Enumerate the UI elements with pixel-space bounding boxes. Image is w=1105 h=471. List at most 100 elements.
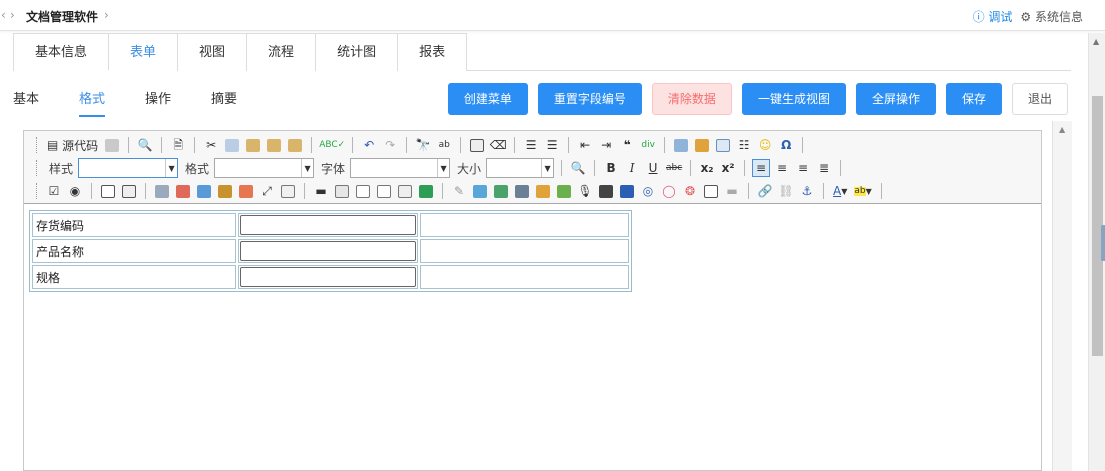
italic-icon[interactable]: I bbox=[623, 159, 641, 177]
bulleted-list-icon[interactable]: ☰ bbox=[543, 136, 561, 154]
font-select[interactable]: ▼ bbox=[350, 158, 451, 178]
horizontal-rule-icon[interactable]: ☷ bbox=[735, 136, 753, 154]
smiley-icon[interactable]: ☺ bbox=[756, 136, 774, 154]
align-left-icon[interactable]: ≡ bbox=[752, 159, 771, 177]
strikethrough-icon[interactable]: abc bbox=[665, 159, 683, 177]
remove-format-icon[interactable]: ⌫ bbox=[489, 136, 507, 154]
side-drawer-handle[interactable] bbox=[1101, 225, 1105, 261]
clear-data-button[interactable]: 清除数据 bbox=[651, 83, 732, 115]
department-icon[interactable] bbox=[216, 182, 234, 200]
inventory-code-input[interactable] bbox=[240, 215, 416, 235]
div-container-icon[interactable]: div bbox=[639, 136, 657, 154]
layers-icon[interactable] bbox=[471, 182, 489, 200]
size-select[interactable]: ▼ bbox=[486, 158, 555, 178]
paste-text-icon[interactable] bbox=[265, 136, 283, 154]
subtab-operation[interactable]: 操作 bbox=[145, 88, 171, 117]
outdent-icon[interactable]: ⇤ bbox=[576, 136, 594, 154]
text-color-icon[interactable]: A ▼ bbox=[831, 182, 849, 200]
exit-button[interactable]: 退出 bbox=[1011, 83, 1068, 115]
zoom-icon[interactable]: 🔍 bbox=[569, 159, 587, 177]
flash-icon[interactable] bbox=[693, 136, 711, 154]
textfield-icon[interactable] bbox=[99, 182, 117, 200]
query-field-icon[interactable] bbox=[396, 182, 414, 200]
chevron-left-icon[interactable]: ‹ bbox=[1, 8, 6, 22]
editor-content[interactable]: 存货编码 产品名称 规格 bbox=[29, 210, 632, 292]
expand-icon[interactable]: ⤢ bbox=[258, 182, 276, 200]
image-icon[interactable] bbox=[672, 136, 690, 154]
reset-field-number-button[interactable]: 重置字段编号 bbox=[537, 83, 642, 115]
generate-view-button[interactable]: 一键生成视图 bbox=[741, 83, 846, 115]
spellcheck-icon[interactable]: ABC✓ bbox=[319, 136, 345, 154]
web-icon[interactable]: ◎ bbox=[639, 182, 657, 200]
anchor-icon[interactable]: ⚓ bbox=[798, 182, 816, 200]
new-page-icon[interactable]: 🗎 bbox=[169, 136, 187, 154]
paste-word-icon[interactable] bbox=[286, 136, 304, 154]
map-icon[interactable] bbox=[555, 182, 573, 200]
excel-icon[interactable] bbox=[534, 182, 552, 200]
tab-view[interactable]: 视图 bbox=[177, 33, 248, 71]
debug-link[interactable]: ⓘ 调试 bbox=[973, 8, 1013, 25]
scroll-up-icon[interactable]: ▲ bbox=[1093, 37, 1099, 46]
microphone-icon[interactable]: 🎙 bbox=[576, 182, 594, 200]
source-code-button[interactable]: ▤ 源代码 bbox=[45, 136, 100, 154]
org-tree-icon[interactable] bbox=[195, 182, 213, 200]
radio-icon[interactable]: ◉ bbox=[66, 182, 84, 200]
select-all-icon[interactable] bbox=[468, 136, 486, 154]
redo-icon[interactable]: ↷ bbox=[381, 136, 399, 154]
specification-input[interactable] bbox=[240, 267, 416, 287]
pencil-icon[interactable]: ✎ bbox=[450, 182, 468, 200]
fullscreen-button[interactable]: 全屏操作 bbox=[855, 83, 936, 115]
subtab-basic[interactable]: 基本 bbox=[13, 88, 39, 117]
checkbox-icon[interactable]: ☑ bbox=[45, 182, 63, 200]
unlink-icon[interactable]: ⛓ bbox=[777, 182, 795, 200]
subtab-summary[interactable]: 摘要 bbox=[211, 88, 237, 117]
number-field-icon[interactable] bbox=[702, 182, 720, 200]
camera-icon[interactable] bbox=[513, 182, 531, 200]
qrcode-icon[interactable] bbox=[597, 182, 615, 200]
formula-icon[interactable] bbox=[333, 182, 351, 200]
copy-icon[interactable] bbox=[223, 136, 241, 154]
preview-icon[interactable]: 🔍 bbox=[136, 136, 154, 154]
template-icon[interactable] bbox=[103, 136, 121, 154]
replace-icon[interactable]: ab bbox=[435, 136, 453, 154]
tab-form[interactable]: 表单 bbox=[108, 33, 179, 71]
cut-icon[interactable]: ✂ bbox=[202, 136, 220, 154]
tab-basic-info[interactable]: 基本信息 bbox=[13, 33, 110, 71]
table-icon[interactable] bbox=[714, 136, 732, 154]
color-wheel-icon[interactable]: ◯ bbox=[660, 182, 678, 200]
subscript-icon[interactable]: x₂ bbox=[698, 159, 716, 177]
scroll-up-icon[interactable]: ▲ bbox=[1059, 125, 1065, 134]
word-icon[interactable] bbox=[618, 182, 636, 200]
label-field-icon[interactable] bbox=[354, 182, 372, 200]
tab-report[interactable]: 报表 bbox=[397, 33, 468, 71]
format-select[interactable]: ▼ bbox=[214, 158, 315, 178]
product-name-input[interactable] bbox=[240, 241, 416, 261]
link-icon[interactable]: 🔗 bbox=[756, 182, 774, 200]
find-icon[interactable]: 🔭 bbox=[414, 136, 432, 154]
undo-icon[interactable]: ↶ bbox=[360, 136, 378, 154]
tab-flow[interactable]: 流程 bbox=[246, 33, 317, 71]
special-char-icon[interactable]: Ω bbox=[777, 136, 795, 154]
blockquote-icon[interactable]: ❝ bbox=[618, 136, 636, 154]
calendar-icon[interactable] bbox=[174, 182, 192, 200]
html-field-icon[interactable] bbox=[375, 182, 393, 200]
list-field-icon[interactable] bbox=[417, 182, 435, 200]
textarea-icon[interactable] bbox=[120, 182, 138, 200]
hidden-field-icon[interactable]: ▬ bbox=[312, 182, 330, 200]
align-right-icon[interactable]: ≡ bbox=[794, 159, 812, 177]
user-select-icon[interactable] bbox=[237, 182, 255, 200]
background-color-icon[interactable]: ab ▼ bbox=[852, 182, 873, 200]
bold-icon[interactable]: B bbox=[602, 159, 620, 177]
numbered-list-icon[interactable]: ☰ bbox=[522, 136, 540, 154]
align-center-icon[interactable]: ≡ bbox=[773, 159, 791, 177]
save-button[interactable]: 保存 bbox=[945, 83, 1002, 115]
style-select[interactable]: ▼ bbox=[78, 158, 179, 178]
create-menu-button[interactable]: 创建菜单 bbox=[447, 83, 528, 115]
photo-icon[interactable] bbox=[492, 182, 510, 200]
indent-icon[interactable]: ⇥ bbox=[597, 136, 615, 154]
tab-statistics-chart[interactable]: 统计图 bbox=[315, 33, 399, 71]
divider-icon[interactable]: ▬ bbox=[723, 182, 741, 200]
align-justify-icon[interactable]: ≣ bbox=[815, 159, 833, 177]
editor-scrollbar[interactable]: ▲ bbox=[1052, 121, 1072, 471]
subtab-format[interactable]: 格式 bbox=[79, 88, 106, 117]
